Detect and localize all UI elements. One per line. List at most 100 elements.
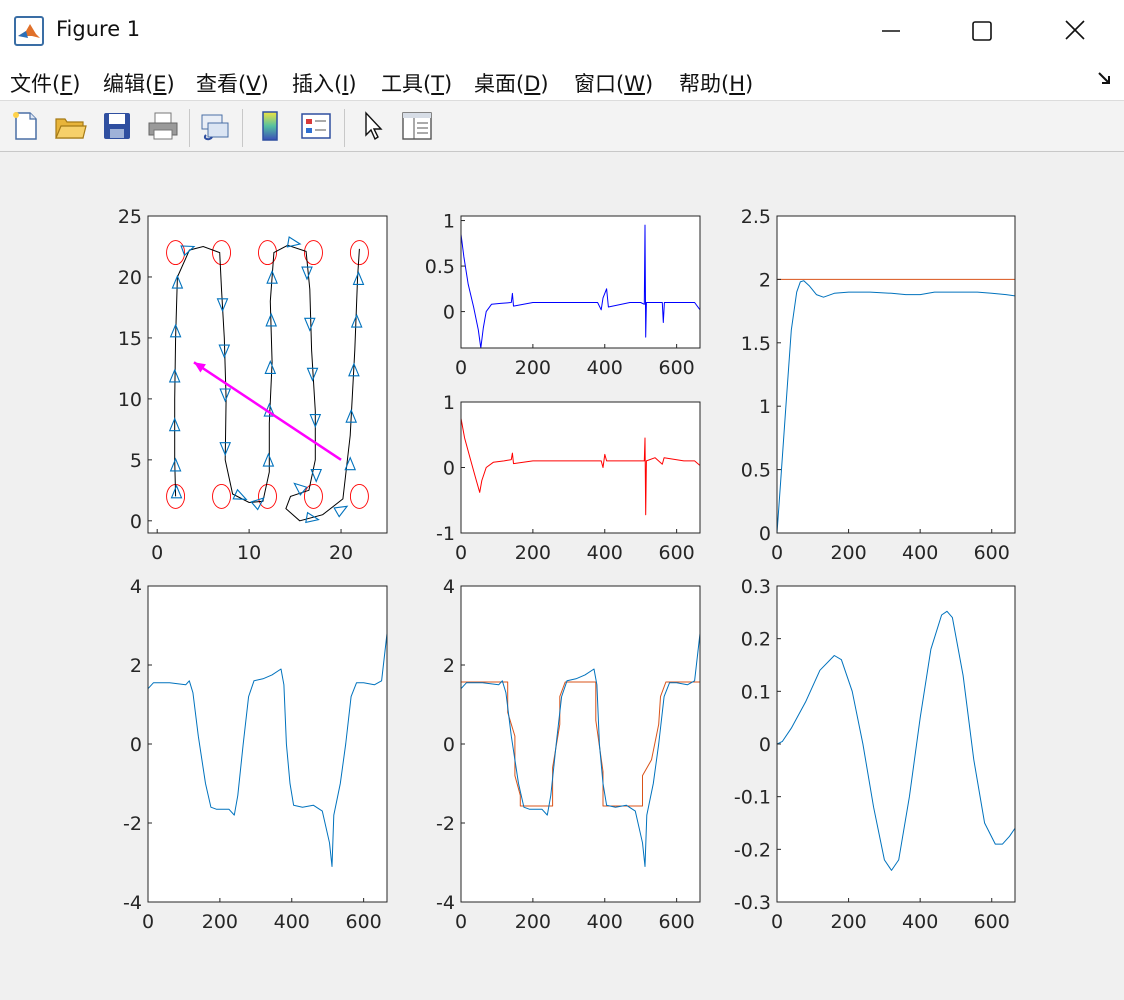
insert-legend-icon[interactable]: [299, 109, 333, 143]
toolbar-separator: [242, 109, 243, 147]
insert-colorbar-icon[interactable]: [253, 109, 287, 143]
y-tick-label: 1: [759, 396, 771, 418]
y-tick-label: 2: [443, 655, 455, 677]
minimize-button[interactable]: [870, 14, 910, 48]
dock-arrow-icon[interactable]: [1096, 70, 1114, 88]
x-tick-label: 0: [771, 542, 783, 564]
menu-bar: 文件(F) 编辑(E) 查看(V) 插入(I) 工具(T) 桌面(D) 窗口(W…: [0, 62, 1124, 101]
print-icon[interactable]: [146, 109, 180, 143]
maximize-button[interactable]: [962, 14, 1002, 48]
y-tick-label: 1.5: [741, 333, 771, 355]
x-tick-label: 600: [659, 542, 695, 564]
figure-canvas: 0 10 20 0 5 10 15 20 25 0 200 400 600 0 0.5 1 0 200 400 600…: [0, 152, 1124, 996]
x-tick-label: 200: [202, 911, 238, 933]
menu-desktop[interactable]: 桌面(D): [474, 68, 549, 98]
x-tick-label: 200: [830, 911, 866, 933]
y-tick-label: 4: [443, 576, 455, 598]
x-tick-label: 0: [771, 911, 783, 933]
y-tick-label: 2: [759, 269, 771, 291]
x-tick-label: 400: [587, 357, 623, 379]
toolbar: [0, 101, 1124, 152]
axes-oscillation: 0 200 400 600 -0.3 -0.2 -0.1 0 0.1 0.2 0.3: [734, 576, 1016, 933]
x-tick-label: 400: [902, 911, 938, 933]
y-tick-label: 0: [130, 511, 142, 533]
edit-plot-arrow-icon[interactable]: [357, 109, 391, 143]
title-bar: Figure 1: [0, 0, 1124, 62]
x-tick-label: 200: [830, 542, 866, 564]
y-tick-label: 15: [118, 328, 142, 350]
y-tick-label: 0.3: [741, 576, 771, 598]
x-tick-label: 20: [329, 542, 353, 564]
x-tick-label: 600: [659, 911, 695, 933]
x-tick-label: 0: [142, 911, 154, 933]
y-tick-label: 25: [118, 206, 142, 228]
axes-trajectory: 0 10 20 0 5 10 15 20 25: [118, 206, 388, 564]
y-tick-label: 1: [443, 211, 455, 233]
y-tick-label: 0: [130, 734, 142, 756]
x-tick-label: 600: [346, 911, 382, 933]
menu-tools[interactable]: 工具(T): [381, 68, 452, 98]
x-tick-label: 600: [974, 542, 1010, 564]
y-tick-label: 0.5: [741, 460, 771, 482]
x-tick-label: 10: [237, 542, 261, 564]
y-tick-label: -0.3: [734, 892, 771, 914]
y-tick-label: -2: [123, 813, 142, 835]
y-tick-label: 10: [118, 389, 142, 411]
y-tick-label: 1: [443, 392, 455, 414]
menu-view[interactable]: 查看(V): [196, 68, 269, 98]
y-tick-label: 0: [759, 523, 771, 545]
new-figure-icon[interactable]: [8, 109, 42, 143]
x-tick-label: 200: [515, 911, 551, 933]
x-tick-label: 400: [902, 542, 938, 564]
axes-error-1: 0 200 400 600 0 0.5 1: [425, 211, 701, 379]
y-tick-label: -0.1: [734, 787, 771, 809]
axes-speed: 0 200 400 600 0 0.5 1 1.5 2 2.5: [741, 206, 1016, 564]
x-tick-label: 400: [587, 542, 623, 564]
axes-background: [777, 586, 1015, 902]
link-plot-icon[interactable]: [198, 109, 232, 143]
close-button[interactable]: [1055, 14, 1095, 48]
y-tick-label: -0.2: [734, 839, 771, 861]
x-tick-label: 600: [974, 911, 1010, 933]
x-tick-label: 600: [659, 357, 695, 379]
axes-heading: 0 200 400 600 -4 -2 0 2 4: [123, 576, 388, 933]
axes-heading-vs-reference: 0 200 400 600 -4 -2 0 2 4: [436, 576, 701, 933]
toolbar-separator: [189, 109, 190, 147]
y-tick-label: -1: [436, 523, 455, 545]
open-file-icon[interactable]: [53, 109, 87, 143]
axes-background: [461, 402, 700, 533]
figure-svg: 0 10 2005101520250 200 400 60000.510 200 400 600…: [118, 206, 1016, 933]
y-tick-label: 0: [759, 734, 771, 756]
x-tick-label: 200: [515, 542, 551, 564]
x-tick-label: 400: [274, 911, 310, 933]
menu-file[interactable]: 文件(F): [10, 68, 81, 98]
menu-help[interactable]: 帮助(H): [679, 68, 753, 98]
axes-background: [461, 586, 700, 902]
y-tick-label: 5: [130, 450, 142, 472]
y-tick-label: 0: [443, 734, 455, 756]
y-tick-label: 20: [118, 267, 142, 289]
axes-error-2: 0 200 400 600-101: [436, 392, 701, 564]
y-tick-label: 2.5: [741, 206, 771, 228]
toolbar-separator: [344, 109, 345, 147]
matlab-logo-icon: [14, 16, 44, 46]
x-tick-label: 0: [455, 357, 467, 379]
axes-background: [461, 216, 700, 348]
axes-background: [148, 586, 387, 902]
window-title: Figure 1: [56, 17, 141, 41]
menu-insert[interactable]: 插入(I): [292, 68, 357, 98]
y-tick-label: 0: [443, 302, 455, 324]
property-inspector-icon[interactable]: [400, 109, 434, 143]
y-tick-label: 4: [130, 576, 142, 598]
menu-edit[interactable]: 编辑(E): [103, 68, 175, 98]
axes-background: [777, 216, 1015, 533]
y-tick-label: 0: [443, 458, 455, 480]
x-tick-label: 0: [151, 542, 163, 564]
menu-window[interactable]: 窗口(W): [574, 68, 653, 98]
y-tick-label: -4: [436, 892, 455, 914]
x-tick-label: 0: [455, 911, 467, 933]
save-icon[interactable]: [100, 109, 134, 143]
x-tick-label: 400: [587, 911, 623, 933]
y-tick-label: 0.1: [741, 681, 771, 703]
y-tick-label: 0.2: [741, 629, 771, 651]
